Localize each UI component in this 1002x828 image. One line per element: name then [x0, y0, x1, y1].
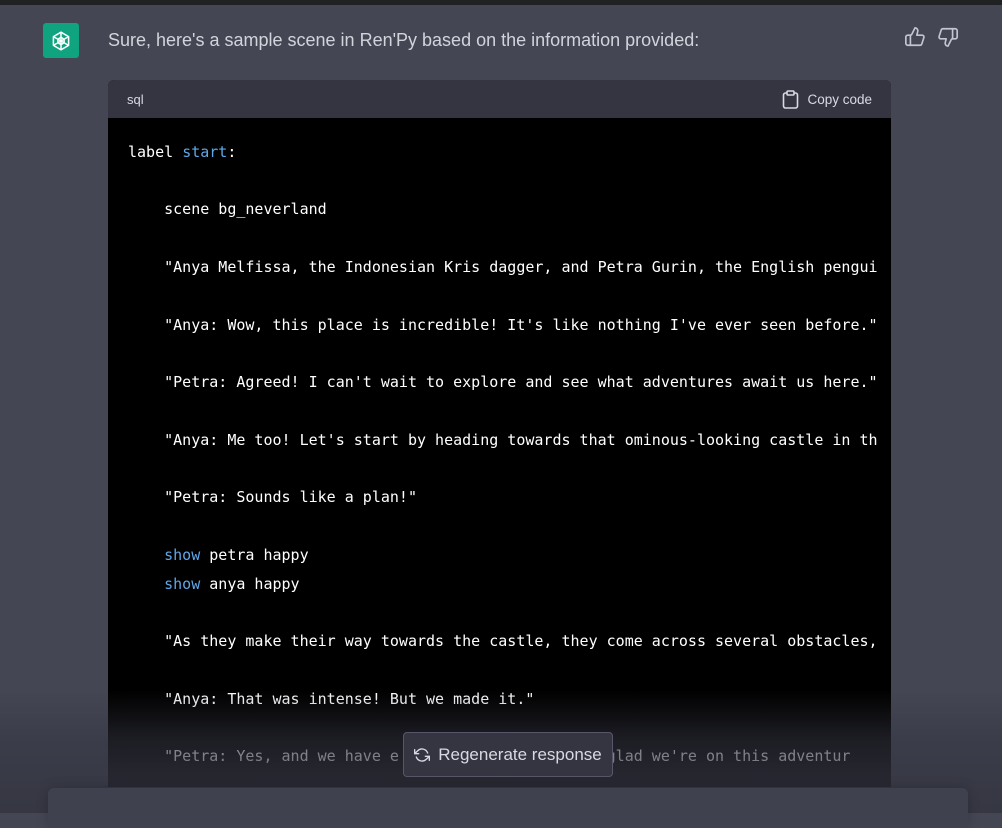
- code-block: sql Copy code label start: scene bg_neve…: [108, 80, 891, 787]
- code-line: "Anya Melfissa, the Indonesian Kris dagg…: [128, 258, 878, 277]
- code-text: "Petra: Agreed! I can't wait to explore …: [128, 373, 878, 391]
- code-line: "Petra: Sounds like a plan!": [128, 488, 417, 507]
- code-text: "Anya: That was intense! But we made it.…: [128, 690, 535, 708]
- code-text: label: [128, 143, 183, 161]
- message-input[interactable]: [48, 788, 968, 828]
- code-line: "Anya: That was intense! But we made it.…: [128, 690, 534, 709]
- code-keyword: show: [164, 575, 201, 593]
- refresh-icon: [414, 747, 431, 762]
- assistant-message-intro: Sure, here's a sample scene in Ren'Py ba…: [108, 30, 700, 50]
- code-line: show petra happy: [128, 546, 309, 565]
- code-text: :: [227, 143, 237, 161]
- code-text: "As they make their way towards the cast…: [128, 632, 878, 650]
- thumbs-up-icon[interactable]: [904, 26, 926, 48]
- code-text: "Petra: Sounds like a plan!": [128, 488, 417, 506]
- top-border: [0, 0, 1002, 5]
- thumbs-down-icon[interactable]: [937, 26, 959, 48]
- code-line: show anya happy: [128, 575, 300, 594]
- copy-code-button[interactable]: Copy code: [782, 89, 872, 109]
- code-text: petra happy: [200, 546, 309, 564]
- clipboard-icon: [783, 89, 799, 109]
- code-line: "Petra: Agreed! I can't wait to explore …: [128, 373, 878, 392]
- code-line: "As they make their way towards the cast…: [128, 632, 878, 651]
- code-line: label start:: [128, 143, 236, 162]
- code-language-label: sql: [127, 91, 144, 107]
- code-text: "Anya: Me too! Let's start by heading to…: [128, 431, 878, 449]
- code-text: scene bg_neverland: [128, 200, 327, 218]
- regenerate-response-button[interactable]: Regenerate response: [403, 732, 613, 777]
- copy-code-label: Copy code: [807, 91, 872, 107]
- code-text: anya happy: [200, 575, 300, 593]
- code-line: "Anya: Me too! Let's start by heading to…: [128, 431, 878, 450]
- code-keyword: start: [182, 143, 228, 161]
- code-block-header: sql Copy code: [108, 80, 891, 118]
- code-keyword: show: [164, 546, 201, 564]
- chatgpt-avatar: [43, 23, 79, 58]
- regenerate-label: Regenerate response: [438, 744, 602, 764]
- code-line: scene bg_neverland: [128, 200, 327, 219]
- code-text: "Anya: Wow, this place is incredible! It…: [128, 316, 878, 334]
- code-text: "Anya Melfissa, the Indonesian Kris dagg…: [128, 258, 878, 276]
- code-line: "Anya: Wow, this place is incredible! It…: [128, 316, 878, 335]
- openai-logo-icon: [52, 30, 70, 51]
